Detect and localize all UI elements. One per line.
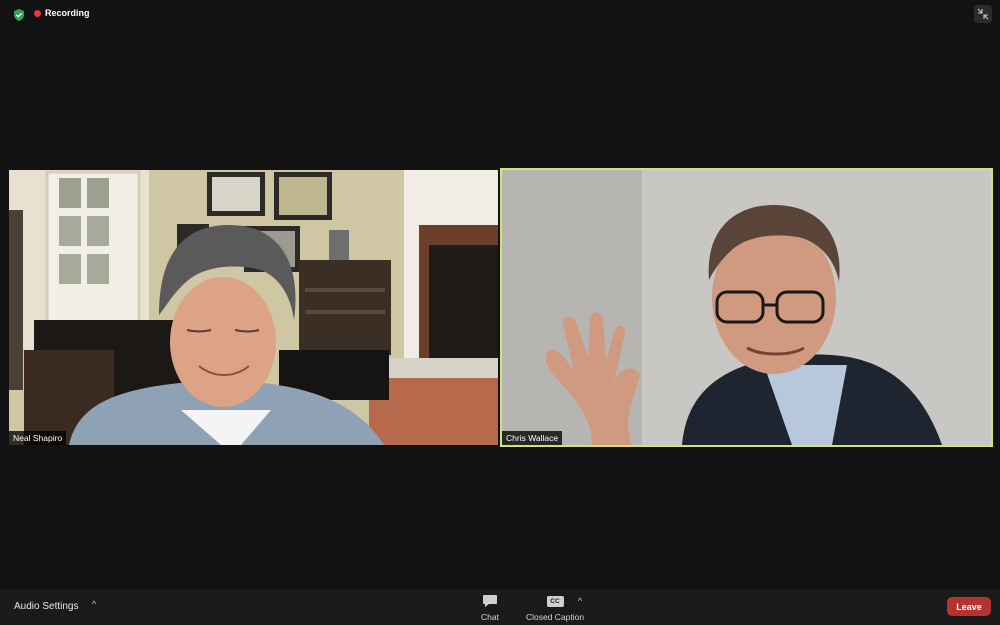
participant-video xyxy=(9,170,498,445)
recording-label: Recording xyxy=(45,8,90,18)
exit-fullscreen-button[interactable] xyxy=(974,5,992,23)
closed-caption-options-caret[interactable]: ^ xyxy=(578,596,582,606)
zoom-meeting-window: Recording Neal Shapiro Chris Wallace Aud… xyxy=(0,0,1000,625)
leave-button[interactable]: Leave xyxy=(947,597,991,616)
chat-button[interactable]: Chat xyxy=(476,593,504,622)
video-tile-chris-wallace[interactable]: Chris Wallace xyxy=(500,168,993,447)
chat-label: Chat xyxy=(481,612,499,622)
participant-name-tag: Neal Shapiro xyxy=(9,431,67,445)
video-tile-neal-shapiro[interactable]: Neal Shapiro xyxy=(9,170,498,445)
audio-options-caret[interactable]: ^ xyxy=(92,599,96,609)
meeting-topbar: Recording xyxy=(0,0,1000,30)
participant-video xyxy=(502,170,991,445)
audio-settings-button[interactable]: Audio Settings xyxy=(14,601,79,612)
exit-fullscreen-icon xyxy=(977,8,989,20)
participant-name-tag: Chris Wallace xyxy=(502,431,563,445)
closed-caption-icon: CC xyxy=(546,595,564,607)
recording-indicator[interactable]: Recording xyxy=(34,8,90,18)
closed-caption-label: Closed Caption xyxy=(525,612,585,622)
shield-check-icon[interactable] xyxy=(12,8,26,22)
recording-dot-icon xyxy=(34,9,41,17)
chat-bubble-icon xyxy=(482,593,498,609)
meeting-toolbar: Audio Settings ^ Chat CC Closed Caption xyxy=(0,589,1000,625)
